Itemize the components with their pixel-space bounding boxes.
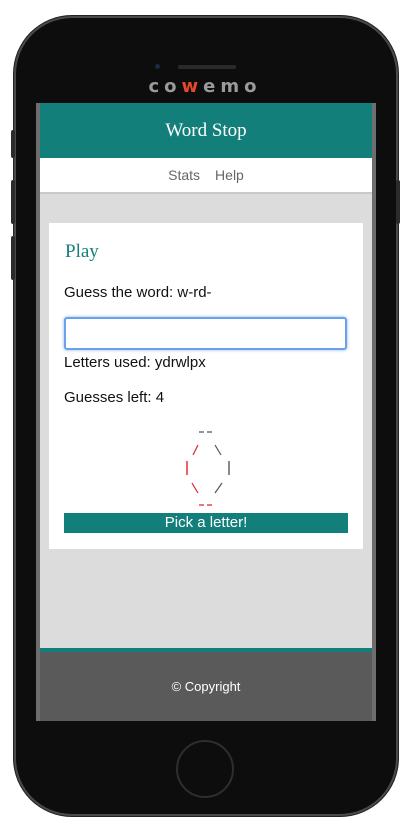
volume-up-button xyxy=(11,180,15,224)
play-heading: Play xyxy=(65,241,99,262)
nav-item-stats[interactable]: Stats xyxy=(168,167,200,183)
hangman-upper-right xyxy=(214,444,222,456)
home-button[interactable] xyxy=(176,740,234,798)
volume-down-button xyxy=(11,236,15,280)
hangman-upper-left xyxy=(192,444,199,456)
pick-letter-button[interactable]: Pick a letter! xyxy=(64,513,348,533)
earpiece-speaker xyxy=(178,65,236,69)
hangman-lower-left xyxy=(191,482,199,494)
app-screen: Word Stop Stats Help Play Guess the word… xyxy=(36,103,376,721)
nav-item-help[interactable]: Help xyxy=(215,167,244,183)
guess-word-label: Guess the word: w-rd- xyxy=(64,284,212,301)
front-camera xyxy=(155,64,160,69)
app-title: Word Stop xyxy=(165,119,247,141)
copyright-text: © Copyright xyxy=(171,679,241,694)
mute-switch xyxy=(11,130,15,158)
guesses-left-label: Guesses left: 4 xyxy=(64,389,165,406)
hangman-lower-right xyxy=(214,482,223,494)
device-brand-logo: cowemo xyxy=(148,76,262,97)
letters-used-label: Letters used: ydrwlpx xyxy=(64,354,206,371)
play-card: Play Guess the word: w-rd- Letters used:… xyxy=(49,223,363,549)
power-button xyxy=(396,180,400,224)
nav-bar: Stats Help xyxy=(40,158,372,194)
app-header: Word Stop xyxy=(40,103,372,158)
app-footer: © Copyright xyxy=(40,652,372,721)
letter-input[interactable] xyxy=(64,317,347,350)
hangman-figure xyxy=(186,431,230,506)
